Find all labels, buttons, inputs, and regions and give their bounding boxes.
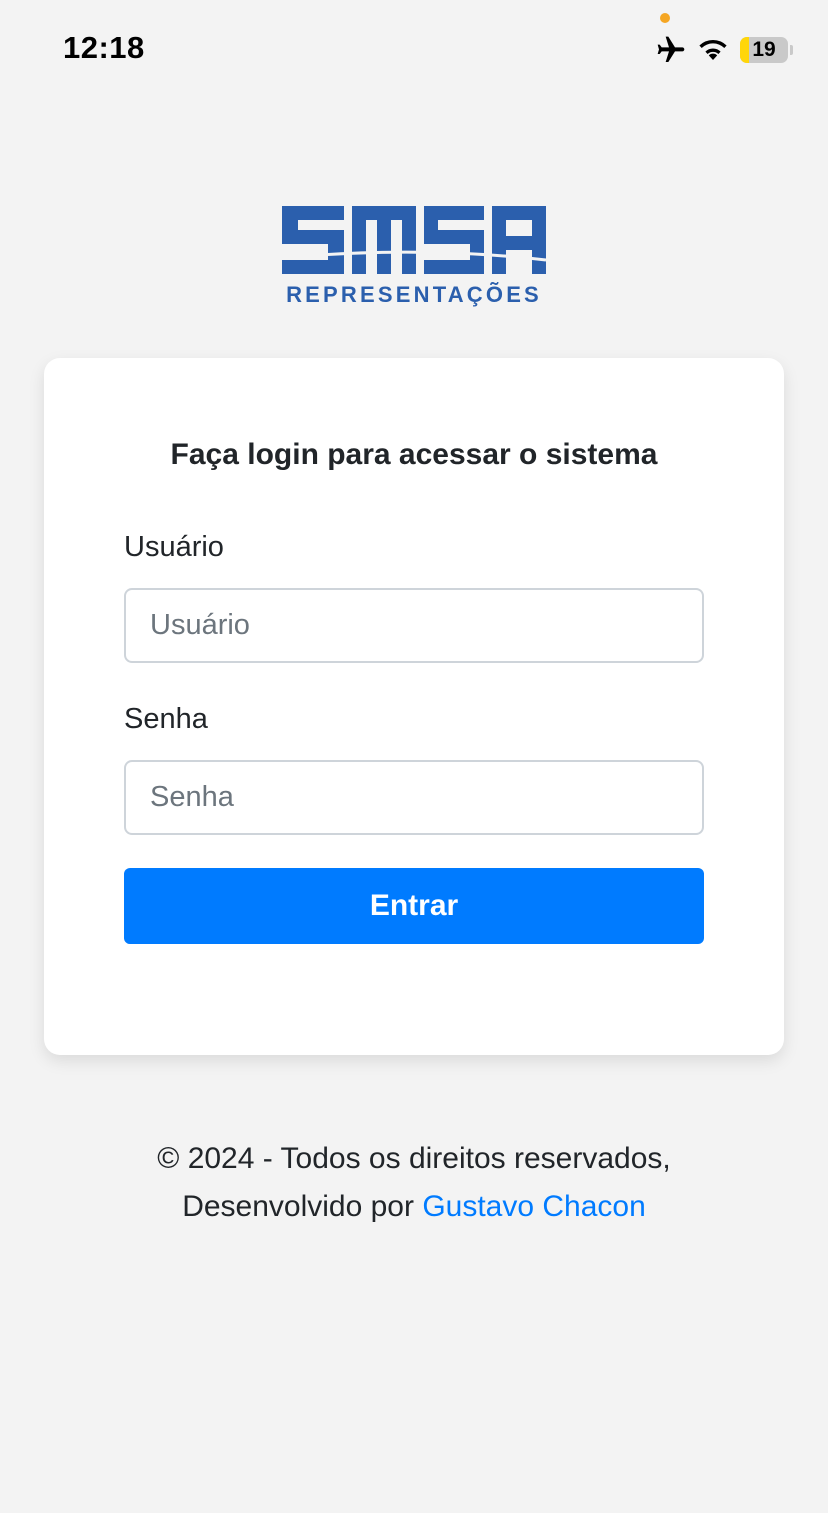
username-input[interactable] [124, 588, 704, 663]
battery-icon: 19 [740, 37, 788, 63]
login-title: Faça login para acessar o sistema [170, 438, 658, 471]
footer-copyright: © 2024 - Todos os direitos reservados, [157, 1142, 671, 1175]
battery-cap [790, 45, 793, 55]
login-card: Faça login para acessar o sistema Usuári… [44, 358, 784, 1055]
status-bar: 12:18 19 [0, 0, 828, 100]
logo-tagline: REPRESENTAÇÕES [286, 282, 542, 307]
smsa-logo: REPRESENTAÇÕES [281, 206, 547, 307]
username-label: Usuário [124, 531, 224, 563]
airplane-icon [657, 36, 685, 62]
author-link[interactable]: Gustavo Chacon [422, 1190, 645, 1223]
password-label: Senha [124, 703, 208, 735]
footer: © 2024 - Todos os direitos reservados, D… [0, 1135, 828, 1231]
password-input[interactable] [124, 760, 704, 835]
status-time: 12:18 [63, 30, 145, 65]
privacy-indicator-dot [660, 13, 670, 23]
battery-level: 19 [752, 38, 776, 61]
login-button[interactable]: Entrar [124, 868, 704, 944]
wifi-icon [699, 39, 727, 60]
footer-credit: Desenvolvido por Gustavo Chacon [0, 1183, 828, 1231]
footer-developed-by: Desenvolvido por [182, 1190, 414, 1223]
